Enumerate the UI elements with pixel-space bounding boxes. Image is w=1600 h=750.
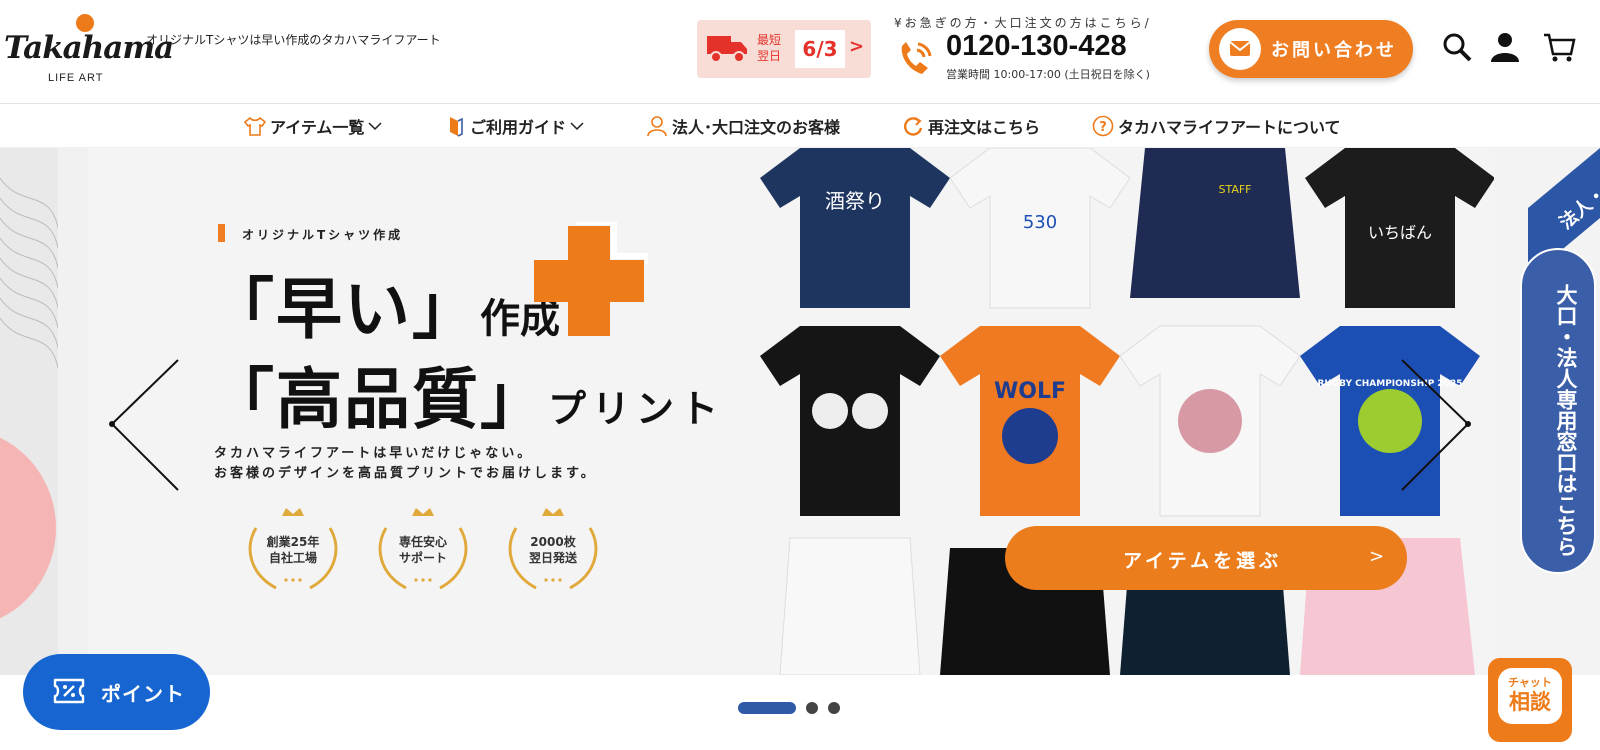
slider-dots (738, 702, 840, 714)
prev-arrow[interactable] (108, 358, 180, 496)
phone-icon (901, 42, 932, 74)
svg-text:酒祭り: 酒祭り (825, 189, 885, 213)
phone-note: ¥お急ぎの方・大口注文の方はこちら/ (894, 16, 1152, 30)
chevron-left-icon (109, 359, 179, 491)
phone-number[interactable]: 0120-130-428 (946, 30, 1127, 63)
tshirt-image: いちばん (1305, 148, 1494, 308)
truck-icon (707, 36, 747, 63)
chevron-down-icon (570, 122, 584, 131)
point-label: ポイント (101, 682, 185, 706)
tshirt-image: STAFF (1130, 148, 1300, 298)
award-text: 専任安心 サポート (398, 535, 447, 565)
svg-text:WOLF: WOLF (994, 379, 1066, 404)
nav-label: 法人･大口注文のお客様 (672, 118, 841, 137)
tshirt-image: 酒祭り (760, 148, 950, 308)
nav-item-corporate[interactable]: 法人･大口注文のお客様 (646, 113, 840, 139)
hero-intro: タカハマライフアートは早いだけじゃない。 お客様のデザインを高品質プリントでお届… (214, 444, 597, 484)
corporate-banner-text: 大口・法人専用窓口はこちら (1554, 284, 1578, 557)
site-header: Takahama LIFE ART オリジナルTシャツは早い作成のタカハマライフ… (0, 0, 1600, 104)
chat-button[interactable]: チャット 相談 (1488, 658, 1572, 742)
intro-line-2: お客様のデザインを高品質プリントでお届けします。 (214, 466, 597, 481)
search-icon[interactable] (1440, 30, 1474, 64)
delivery-badge[interactable]: 最短翌日 6/3 > (697, 20, 871, 78)
hero-slider: オリジナルTシャツ作成 「早い」作成 「高品質」プリント タカハマライフアートは… (0, 148, 1600, 675)
logo-sub: LIFE ART (48, 72, 104, 84)
delivery-label: 最短翌日 (757, 33, 782, 63)
award-badge: 2000枚 翌日発送 (498, 508, 608, 592)
svg-text:STAFF: STAFF (1218, 183, 1251, 196)
chevron-right-icon (1401, 359, 1471, 491)
cta-label: アイテムを選ぶ (1123, 550, 1283, 572)
point-button[interactable]: ポイント (23, 654, 210, 730)
slider-dot[interactable] (828, 702, 840, 714)
award-text: 2000枚 翌日発送 (528, 535, 577, 565)
headline-quality: 「高品質」 (208, 361, 548, 438)
mail-icon (1229, 41, 1251, 56)
tshirt-gallery: 酒祭り 530 STAFF いちばん WOLF RUGBY CHAMPIONSH… (760, 148, 1494, 675)
hero-headline-2: 「高品質」プリント (208, 346, 724, 442)
svg-text:いちばん: いちばん (1368, 223, 1432, 242)
plus-icon (534, 222, 648, 336)
nav-item-guide[interactable]: ご利用ガイド (446, 113, 584, 139)
delivery-arrow: > (849, 36, 865, 57)
tshirt-icon (244, 116, 266, 136)
hero-headline-1: 「早い」作成 (208, 256, 560, 352)
chat-line-2: 相談 (1509, 690, 1551, 714)
headline-fast: 「早い」 (208, 271, 480, 348)
intro-line-1: タカハマライフアートは早いだけじゃない。 (214, 446, 534, 461)
headline-print: プリント (548, 387, 725, 431)
nav-item-reorder[interactable]: 再注文はこちら (902, 113, 1040, 139)
award-badge: 創業25年 自社工場 (238, 508, 348, 592)
nav-label: 再注文はこちら (928, 118, 1041, 137)
chevron-down-icon (368, 122, 382, 131)
cart-icon[interactable] (1542, 30, 1576, 64)
tshirt-image: WOLF (940, 326, 1120, 516)
delivery-date: 6/3 (795, 30, 845, 68)
site-logo[interactable]: Takahama LIFE ART (4, 12, 174, 88)
award-badge: 専任安心 サポート (368, 508, 478, 592)
person-icon (647, 116, 667, 137)
nav-label: アイテム一覧 (270, 118, 365, 137)
corporate-window-banner[interactable]: 大口・法人専用窓口はこちら (1520, 248, 1596, 574)
chat-line-1: チャット (1508, 676, 1552, 689)
prev-slide-peek (0, 148, 59, 675)
contact-label: お問い合わせ (1271, 40, 1397, 61)
site-tagline: オリジナルTシャツは早い作成のタカハマライフアート (146, 33, 441, 47)
mail-icon-wrap (1219, 28, 1261, 70)
wave-pattern (0, 177, 59, 369)
next-arrow[interactable] (1400, 358, 1472, 496)
slider-dot[interactable] (806, 702, 818, 714)
pink-shape (0, 428, 56, 628)
tshirt-image (1119, 325, 1301, 517)
cta-arrow: > (1369, 546, 1385, 567)
tshirt-image: 530 (949, 148, 1131, 309)
question-icon: ? (1092, 115, 1114, 137)
svg-text:530: 530 (1023, 212, 1057, 233)
svg-text:?: ? (1099, 120, 1107, 135)
eyebrow-bar (218, 224, 225, 242)
nav-item-about[interactable]: ? タカハマライフアートについて (1092, 113, 1341, 139)
nav-label: ご利用ガイド (470, 118, 567, 137)
phone-hours: 営業時間 10:00-17:00 (土日祝日を除く) (946, 68, 1150, 81)
award-text: 創業25年 自社工場 (266, 535, 320, 565)
main-nav: アイテム一覧 ご利用ガイド 法人･大口注文のお客様 再注文はこちら ? タカハマ… (0, 104, 1600, 148)
contact-button[interactable]: お問い合わせ (1209, 20, 1413, 78)
percent-coupon-icon (53, 678, 85, 704)
guide-icon (450, 117, 463, 137)
reorder-icon (904, 117, 923, 136)
tshirt-image (760, 326, 940, 516)
user-icon[interactable] (1488, 30, 1522, 64)
nav-label: タカハマライフアートについて (1118, 118, 1341, 137)
hero-eyebrow: オリジナルTシャツ作成 (242, 228, 404, 242)
select-item-button[interactable]: アイテムを選ぶ > (1005, 526, 1407, 590)
chat-bubble: チャット 相談 (1498, 668, 1562, 724)
slider-dot-active[interactable] (738, 702, 796, 714)
nav-item-items[interactable]: アイテム一覧 (244, 113, 382, 139)
